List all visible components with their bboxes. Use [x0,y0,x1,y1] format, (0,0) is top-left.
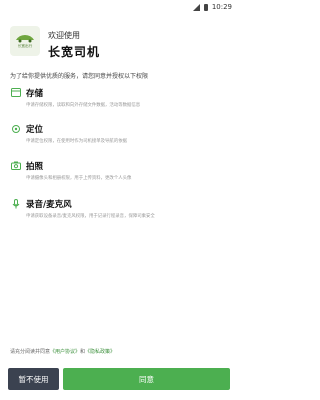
permission-desc: 申请定位权限，在使用时作为司机接单及导航的依据 [26,139,127,144]
storage-icon [10,87,21,98]
signal-icon [192,3,200,11]
user-agreement-link[interactable]: 《用户协议》 [50,349,80,355]
permission-microphone: 录音/麦克风 申请获取设备录音/麦克风权限，用于记录行程录音，保障司乘安全 [10,197,232,219]
microphone-icon [10,198,21,209]
app-logo: 长宽出行 [10,26,40,56]
permission-title: 录音/麦克风 [26,199,72,210]
app-header: 长宽出行 欢迎使用 长宽司机 [10,26,234,62]
battery-icon [203,3,208,11]
permission-title: 拍照 [26,161,44,172]
status-time: 10:29 [211,3,232,11]
app-name: 长宽司机 [48,45,101,59]
permission-storage: 存储 申请存储权限，读取和向外存储文件数据，活动等数据信息 [10,86,232,108]
agreement-prefix: 请充分阅读并同意 [10,349,51,355]
permission-desc: 申请获取设备录音/麦克风权限，用于记录行程录音，保障司乘安全 [26,214,155,219]
permission-location: 定位 申请定位权限，在使用时作为司机接单及导航的依据 [10,122,232,144]
car-logo-icon [16,35,34,43]
welcome-text: 欢迎使用 [48,31,80,40]
logo-text: 长宽出行 [17,44,33,48]
decline-button[interactable]: 暂不使用 [8,368,59,390]
location-icon [10,123,21,134]
agree-button[interactable]: 同意 [63,368,230,390]
intro-text: 为了给你提供优质的服务，请您同意并授权以下权限 [10,73,149,80]
permission-title: 定位 [26,124,44,135]
agreement-text: 请充分阅读并同意《用户协议》和《隐私政策》 [10,348,115,355]
camera-icon [10,160,21,171]
privacy-policy-link[interactable]: 《隐私政策》 [85,349,115,355]
permission-desc: 申请存储权限，读取和向外存储文件数据，活动等数据信息 [26,103,141,108]
permission-camera: 拍照 申请摄像头和相册权限，用于上传资料，更改个人头像 [10,159,232,181]
status-bar: 10:29 [0,0,240,14]
permission-title: 存储 [26,88,44,99]
permission-desc: 申请摄像头和相册权限，用于上传资料，更改个人头像 [26,176,132,181]
